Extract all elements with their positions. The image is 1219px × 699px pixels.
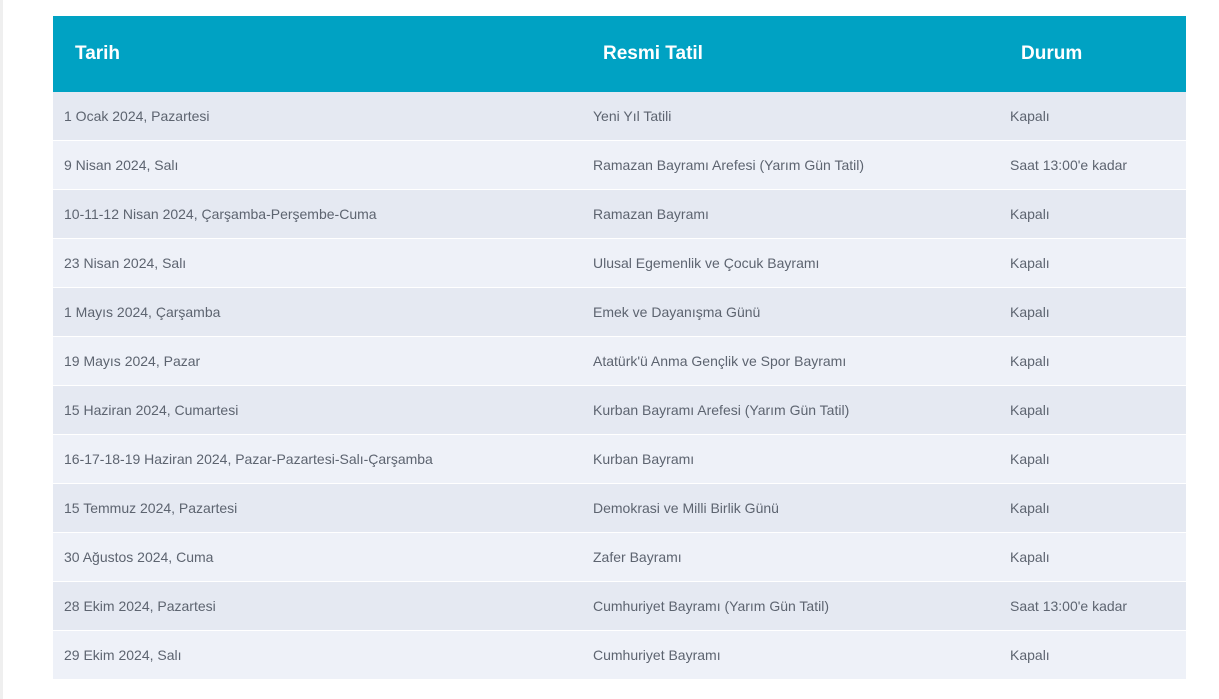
cell-holiday: Demokrasi ve Milli Birlik Günü [593,483,1010,533]
cell-status: Kapalı [1010,92,1186,141]
cell-holiday: Cumhuriyet Bayramı [593,630,1010,680]
cell-date: 15 Haziran 2024, Cumartesi [53,385,593,435]
cell-date: 16-17-18-19 Haziran 2024, Pazar-Pazartes… [53,434,593,484]
cell-holiday: Kurban Bayramı Arefesi (Yarım Gün Tatil) [593,385,1010,435]
cell-status: Kapalı [1010,630,1186,680]
table-row: 9 Nisan 2024, Salı Ramazan Bayramı Arefes… [53,140,1186,190]
header-row: Tarih Resmi Tatil Durum [53,16,1186,92]
table-row: 30 Ağustos 2024, Cuma Zafer Bayramı Kapalı [53,532,1186,582]
table-row: 29 Ekim 2024, Salı Cumhuriyet Bayramı Kapa… [53,630,1186,680]
cell-holiday: Zafer Bayramı [593,532,1010,582]
holiday-table-container: Tarih Resmi Tatil Durum 1 Ocak 2024, Paz… [53,16,1186,680]
cell-date: 15 Temmuz 2024, Pazartesi [53,483,593,533]
cell-date: 28 Ekim 2024, Pazartesi [53,581,593,631]
cell-holiday: Ulusal Egemenlik ve Çocuk Bayramı [593,238,1010,288]
table-row: 1 Mayıs 2024, Çarşamba Emek ve Dayanışma … [53,287,1186,337]
table-row: 23 Nisan 2024, Salı Ulusal Egemenlik ve Ç… [53,238,1186,288]
cell-date: 19 Mayıs 2024, Pazar [53,336,593,386]
cell-date: 29 Ekim 2024, Salı [53,630,593,680]
cell-holiday: Kurban Bayramı [593,434,1010,484]
table-body: 1 Ocak 2024, Pazartesi Yeni Yıl Tatili Kap… [53,92,1186,680]
header-status: Durum [1010,16,1186,92]
cell-date: 1 Ocak 2024, Pazartesi [53,92,593,141]
holiday-table: Tarih Resmi Tatil Durum 1 Ocak 2024, Paz… [53,16,1186,680]
table-header: Tarih Resmi Tatil Durum [53,16,1186,92]
table-row: 10-11-12 Nisan 2024, Çarşamba-Perşembe-C… [53,189,1186,239]
cell-holiday: Atatürk'ü Anma Gençlik ve Spor Bayramı [593,336,1010,386]
cell-date: 23 Nisan 2024, Salı [53,238,593,288]
left-border [0,0,3,699]
cell-holiday: Ramazan Bayramı [593,189,1010,239]
cell-status: Kapalı [1010,336,1186,386]
table-row: 28 Ekim 2024, Pazartesi Cumhuriyet Bayram… [53,581,1186,631]
cell-holiday: Yeni Yıl Tatili [593,92,1010,141]
cell-holiday: Cumhuriyet Bayramı (Yarım Gün Tatil) [593,581,1010,631]
cell-status: Kapalı [1010,238,1186,288]
table-row: 19 Mayıs 2024, Pazar Atatürk'ü Anma Gençl… [53,336,1186,386]
cell-status: Kapalı [1010,287,1186,337]
table-row: 16-17-18-19 Haziran 2024, Pazar-Pazartes… [53,434,1186,484]
table-row: 15 Haziran 2024, Cumartesi Kurban Bayramı… [53,385,1186,435]
header-date: Tarih [53,16,593,92]
table-row: 1 Ocak 2024, Pazartesi Yeni Yıl Tatili Kap… [53,92,1186,141]
cell-status: Kapalı [1010,189,1186,239]
cell-status: Kapalı [1010,385,1186,435]
cell-status: Saat 13:00'e kadar [1010,140,1186,190]
cell-status: Kapalı [1010,483,1186,533]
header-holiday: Resmi Tatil [593,16,1010,92]
cell-status: Kapalı [1010,434,1186,484]
cell-date: 1 Mayıs 2024, Çarşamba [53,287,593,337]
page: Tarih Resmi Tatil Durum 1 Ocak 2024, Paz… [0,0,1219,699]
cell-date: 9 Nisan 2024, Salı [53,140,593,190]
cell-holiday: Emek ve Dayanışma Günü [593,287,1010,337]
table-row: 15 Temmuz 2024, Pazartesi Demokrasi ve Mi… [53,483,1186,533]
cell-date: 30 Ağustos 2024, Cuma [53,532,593,582]
cell-status: Kapalı [1010,532,1186,582]
cell-status: Saat 13:00'e kadar [1010,581,1186,631]
cell-holiday: Ramazan Bayramı Arefesi (Yarım Gün Tatil… [593,140,1010,190]
cell-date: 10-11-12 Nisan 2024, Çarşamba-Perşembe-C… [53,189,593,239]
